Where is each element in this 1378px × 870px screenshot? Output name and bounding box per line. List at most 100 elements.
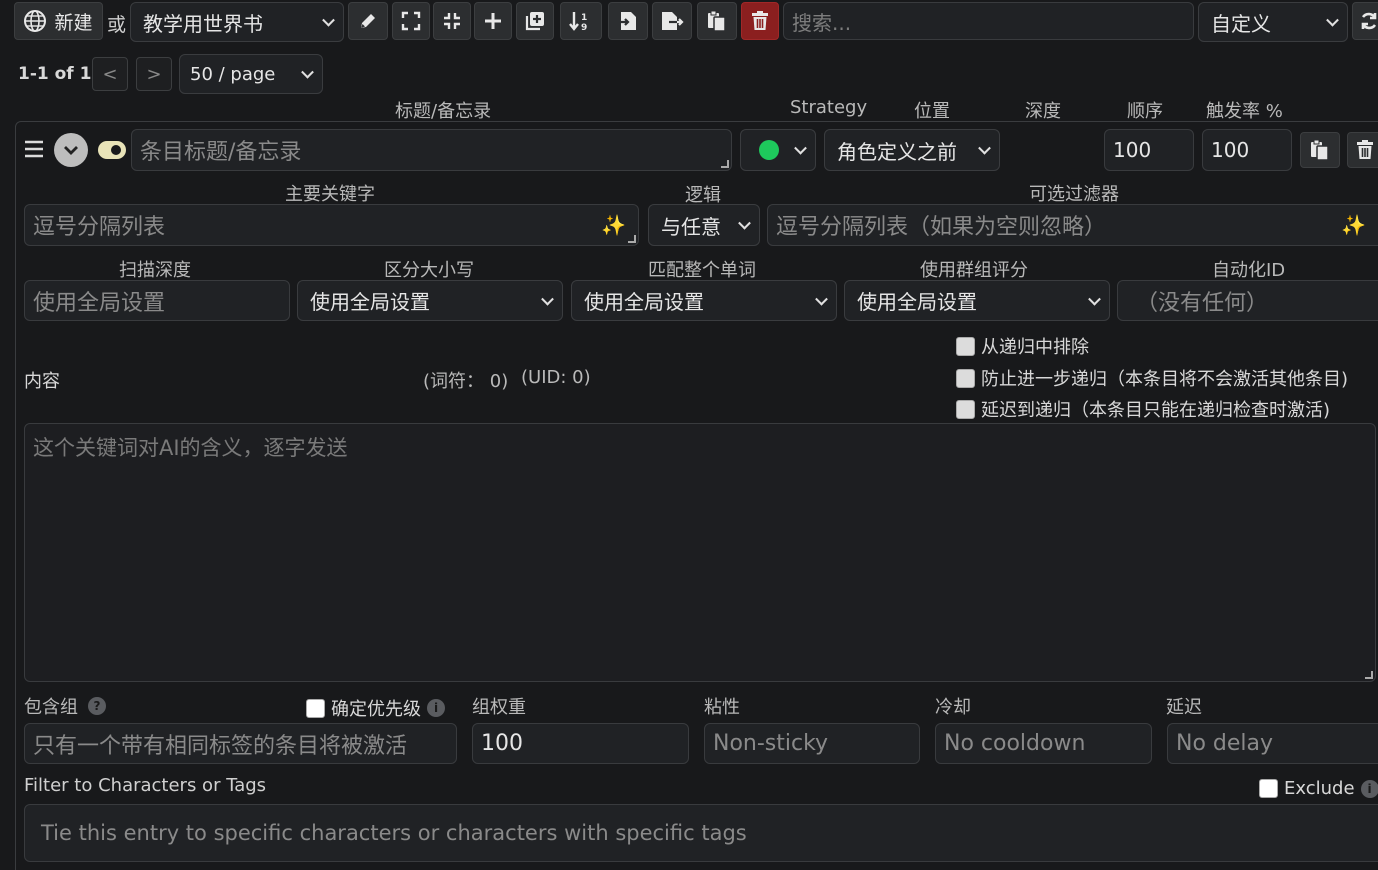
exclude-recursion-label: 从递归中排除 (981, 337, 1089, 358)
optional-filter-input[interactable]: 逗号分隔列表（如果为空则忽略） ✨ (767, 204, 1378, 246)
prevent-recursion-label: 防止进一步递归（本条目将不会激活其他条目) (981, 369, 1349, 390)
header-order: 顺序 (1127, 101, 1163, 122)
scan-depth-input[interactable]: 使用全局设置 (24, 280, 290, 321)
chevron-down-icon (1326, 13, 1339, 27)
duplicate-icon (524, 10, 546, 32)
delete-worldbook-button[interactable] (741, 2, 779, 40)
inclusion-group-label: 包含组 ? (24, 693, 106, 719)
delay-label: 延迟 (1166, 697, 1202, 718)
chevron-down-icon (794, 141, 807, 155)
worldbook-select[interactable]: 教学用世界书 (130, 2, 344, 42)
automation-id-label: 自动化ID (1212, 260, 1286, 281)
logic-select-value: 与任意 (661, 214, 721, 239)
prioritize-label: 确定优先级 (331, 699, 421, 720)
exclude-option[interactable]: Exclude i (1259, 778, 1378, 799)
entry-enabled-toggle[interactable] (98, 141, 126, 159)
trigger-rate-input[interactable]: 100 (1202, 129, 1292, 171)
resize-handle-icon[interactable] (628, 235, 636, 243)
cooldown-placeholder: No cooldown (944, 731, 1086, 756)
token-count: (词符： 0) (423, 371, 509, 392)
order-input[interactable]: 100 (1104, 129, 1194, 171)
filter-characters-input[interactable]: Tie this entry to specific characters or… (24, 804, 1378, 862)
prevent-recursion-checkbox[interactable] (956, 368, 975, 388)
delay-recursion-checkbox[interactable] (956, 399, 975, 419)
uid-label: (UID: 0) (521, 367, 591, 388)
prioritize-checkbox[interactable] (306, 698, 325, 718)
automation-id-input[interactable]: （没有任何） (1117, 280, 1378, 321)
info-icon[interactable]: i (1360, 779, 1378, 798)
refresh-icon (1359, 11, 1378, 31)
delay-input[interactable]: No delay (1167, 723, 1378, 764)
copy-entry-button[interactable] (1300, 132, 1340, 168)
case-sensitive-select[interactable]: 使用全局设置 (297, 280, 563, 321)
resize-handle-icon[interactable] (1365, 671, 1373, 679)
header-position: 位置 (914, 101, 950, 122)
exclude-checkbox[interactable] (1259, 779, 1278, 798)
sparkle-icon[interactable]: ✨ (1341, 213, 1366, 237)
import-button[interactable] (608, 2, 648, 40)
pagination-range: 1-1 of 1 (18, 64, 92, 84)
add-entry-button[interactable] (474, 2, 512, 40)
export-icon (660, 10, 684, 32)
sticky-input[interactable]: Non-sticky (704, 723, 920, 764)
info-icon[interactable]: i (427, 699, 445, 717)
filter-characters-placeholder: Tie this entry to specific characters or… (41, 821, 747, 845)
logic-select[interactable]: 与任意 (648, 204, 760, 246)
delay-recursion-label: 延迟到递归（本条目只能在递归检查时激活) (981, 400, 1331, 421)
prev-page-button[interactable]: < (92, 57, 128, 91)
rename-button[interactable] (348, 2, 388, 40)
chevron-down-icon (301, 65, 314, 79)
whole-word-label: 匹配整个单词 (648, 260, 756, 281)
page-size-select[interactable]: 50 / page (179, 54, 323, 94)
collapse-all-button[interactable] (433, 2, 471, 40)
group-weight-input[interactable]: 100 (472, 723, 689, 764)
group-score-select[interactable]: 使用全局设置 (844, 280, 1110, 321)
primary-keys-input[interactable]: 逗号分隔列表 ✨ (24, 204, 639, 246)
new-button[interactable]: 新建 (14, 2, 103, 40)
sort-button[interactable]: 19 (560, 2, 602, 40)
sticky-label: 粘性 (704, 697, 740, 718)
svg-text:9: 9 (581, 23, 587, 32)
entry-title-input[interactable]: 条目标题/备忘录 (131, 129, 732, 171)
copy-icon (1310, 139, 1330, 161)
help-icon[interactable]: ? (88, 697, 106, 715)
drag-handle[interactable] (24, 140, 44, 158)
whole-word-select[interactable]: 使用全局设置 (571, 280, 837, 321)
menu-icon (24, 140, 44, 158)
resize-handle-icon[interactable] (721, 160, 729, 168)
svg-text:1: 1 (581, 13, 587, 23)
cooldown-input[interactable]: No cooldown (935, 723, 1152, 764)
or-label: 或 (107, 14, 127, 36)
next-page-button[interactable]: > (136, 57, 172, 91)
chevron-down-icon (322, 13, 335, 27)
position-select[interactable]: 角色定义之前 (824, 129, 1000, 171)
duplicate-button[interactable] (516, 2, 554, 40)
sparkle-icon[interactable]: ✨ (601, 213, 626, 237)
chevron-down-icon (738, 216, 751, 230)
delay-recursion-option[interactable]: 延迟到递归（本条目只能在递归检查时激活) (956, 396, 1330, 422)
group-weight-value: 100 (481, 731, 523, 756)
search-input[interactable]: 搜索... (783, 2, 1194, 40)
copy-button[interactable] (697, 2, 737, 40)
strategy-select[interactable] (740, 129, 816, 171)
header-strategy: Strategy (790, 97, 868, 118)
copy-icon (707, 10, 727, 32)
chevron-down-icon (978, 141, 991, 155)
primary-keys-placeholder: 逗号分隔列表 (33, 215, 166, 240)
refresh-button[interactable] (1352, 2, 1378, 40)
content-placeholder: 这个关键词对AI的含义，逐字发送 (33, 436, 348, 460)
collapse-entry-button[interactable] (54, 133, 88, 167)
export-button[interactable] (652, 2, 692, 40)
prevent-recursion-option[interactable]: 防止进一步递归（本条目将不会激活其他条目) (956, 365, 1348, 391)
optional-filter-placeholder: 逗号分隔列表（如果为空则忽略） (776, 215, 1107, 240)
content-textarea[interactable]: 这个关键词对AI的含义，逐字发送 (24, 423, 1376, 682)
inclusion-group-input[interactable]: 只有一个带有相同标签的条目将被激活 (24, 723, 457, 764)
delete-entry-button[interactable] (1347, 132, 1378, 168)
prioritize-option[interactable]: 确定优先级 i (306, 695, 445, 721)
exclude-recursion-checkbox[interactable] (956, 336, 975, 356)
exclude-recursion-option[interactable]: 从递归中排除 (956, 333, 1089, 359)
header-trigger-rate: 触发率 % (1206, 101, 1283, 122)
sort-order-select[interactable]: 自定义 (1198, 2, 1348, 42)
content-label: 内容 (24, 371, 60, 392)
expand-all-button[interactable] (392, 2, 430, 40)
